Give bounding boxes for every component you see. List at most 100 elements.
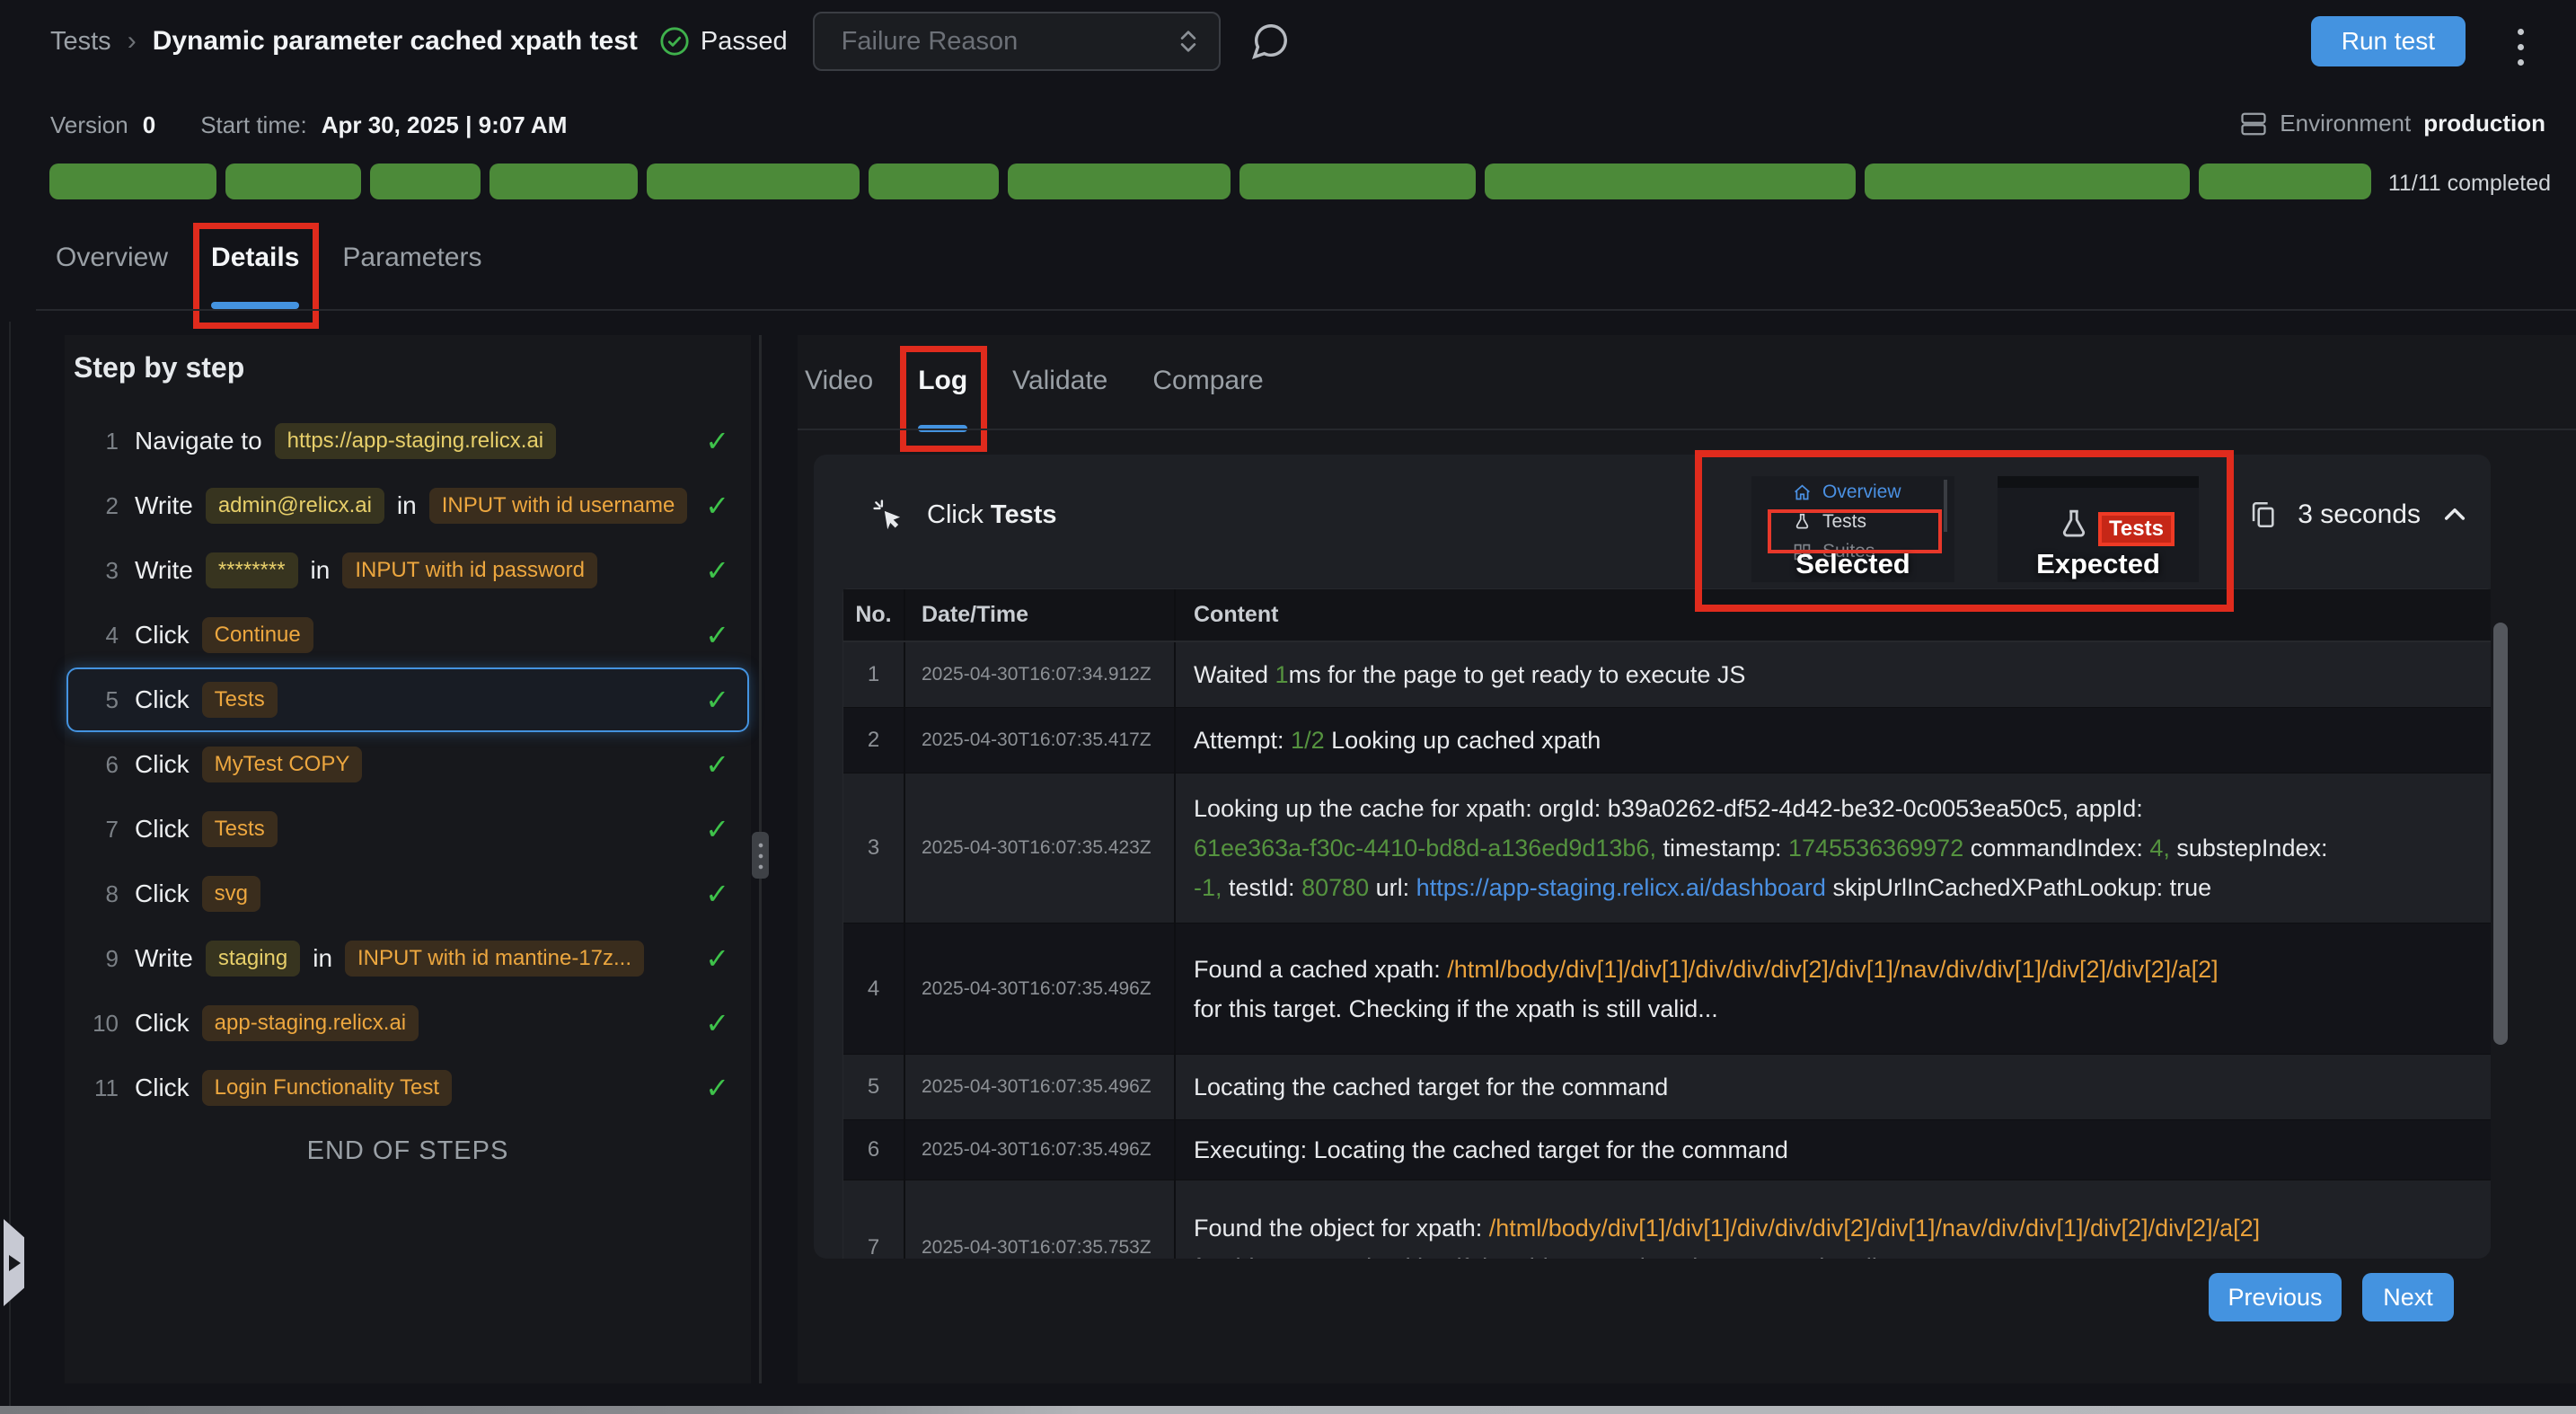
house-icon <box>1793 483 1812 502</box>
step-number: 2 <box>79 492 119 520</box>
log-row-number: 1 <box>843 642 905 707</box>
step-target-badge: INPUT with id mantine-17z... <box>345 941 644 977</box>
step-check-icon: ✓ <box>705 618 729 652</box>
step-target-badge: Continue <box>202 617 313 653</box>
progress-segment[interactable] <box>225 163 361 199</box>
duration-cluster: 3 seconds <box>2247 499 2469 530</box>
horizontal-scrollbar[interactable] <box>0 1406 2576 1414</box>
progress-segment[interactable] <box>1239 163 1477 199</box>
comment-icon <box>1249 21 1291 62</box>
detail-tab-video[interactable]: Video <box>801 357 877 432</box>
thumb-expected[interactable]: Tests Expected <box>1998 476 2199 582</box>
progress-segment[interactable] <box>869 163 999 199</box>
log-line: -1, testId: 80780 url: https://app-stagi… <box>1194 868 2491 907</box>
failure-reason-select[interactable]: Failure Reason <box>813 12 1221 71</box>
step-number: 1 <box>79 428 119 455</box>
run-meta: Version 0 Start time: Apr 30, 2025 | 9:0… <box>50 111 567 139</box>
detail-panel-scrollbar[interactable] <box>2493 623 2508 1045</box>
step-target-badge: INPUT with id username <box>429 488 688 524</box>
step-in: in <box>311 556 331 585</box>
detail-tab-log[interactable]: Log <box>914 357 971 432</box>
step-action: Click <box>135 685 190 714</box>
log-line: for this target. Checking if the object … <box>1194 1248 2491 1259</box>
breadcrumb-root[interactable]: Tests <box>50 27 111 57</box>
check-circle-icon <box>659 26 690 57</box>
progress-segment[interactable] <box>1485 163 1855 199</box>
step-row-5[interactable]: 5ClickTests✓ <box>65 667 751 732</box>
detail-tabs-divider <box>798 429 2576 430</box>
kebab-menu-icon[interactable] <box>2512 23 2529 71</box>
step-target-badge: INPUT with id password <box>342 552 597 588</box>
tab-details[interactable]: Details <box>207 234 303 309</box>
run-test-button[interactable]: Run test <box>2311 16 2466 66</box>
log-row-content: Locating the cached target for the comma… <box>1176 1067 2491 1107</box>
progress-segment[interactable] <box>49 163 216 199</box>
step-row-3[interactable]: 3Write********inINPUT with id password✓ <box>65 538 751 603</box>
log-row-time: 2025-04-30T16:07:35.496Z <box>905 924 1176 1054</box>
log-row-content: Found a cached xpath: /html/body/div[1]/… <box>1176 950 2491 1029</box>
step-number: 7 <box>79 816 119 844</box>
panel-collapse-handle[interactable] <box>4 1219 24 1306</box>
detail-tab-validate[interactable]: Validate <box>1009 357 1111 432</box>
step-target-badge: svg <box>202 876 260 912</box>
step-row-8[interactable]: 8Clicksvg✓ <box>65 862 751 926</box>
step-check-icon: ✓ <box>705 553 729 588</box>
arrow-right-icon <box>9 1255 21 1271</box>
progress-segment[interactable] <box>1865 163 2190 199</box>
copy-icon[interactable] <box>2247 499 2278 530</box>
step-value-badge: staging <box>206 941 300 977</box>
step-row-4[interactable]: 4ClickContinue✓ <box>65 603 751 667</box>
status-badge: Passed <box>659 26 788 57</box>
step-row-1[interactable]: 1Navigate tohttps://app-staging.relicx.a… <box>65 409 751 473</box>
log-row-3: 32025-04-30T16:07:35.423ZLooking up the … <box>843 773 2491 924</box>
log-line: 61ee363a-f30c-4410-bd8d-a136ed9d13b6, ti… <box>1194 828 2491 868</box>
step-action: Click <box>135 621 190 650</box>
detail-tab-log-label: Log <box>918 366 967 395</box>
log-row-time: 2025-04-30T16:07:35.417Z <box>905 708 1176 773</box>
step-action: Write <box>135 944 193 973</box>
step-row-6[interactable]: 6ClickMyTest COPY✓ <box>65 732 751 797</box>
log-line: Locating the cached target for the comma… <box>1194 1067 2491 1107</box>
progress-segment[interactable] <box>490 163 638 199</box>
progress-segment[interactable] <box>370 163 481 199</box>
step-action: Click <box>135 1074 190 1102</box>
log-line: Looking up the cache for xpath: orgId: b… <box>1194 789 2491 828</box>
step-in: in <box>313 944 332 973</box>
step-row-7[interactable]: 7ClickTests✓ <box>65 797 751 862</box>
log-row-time: 2025-04-30T16:07:34.912Z <box>905 642 1176 707</box>
log-row-number: 6 <box>843 1120 905 1180</box>
step-row-9[interactable]: 9WritestaginginINPUT with id mantine-17z… <box>65 926 751 991</box>
log-table: No. Date/Time Content 12025-04-30T16:07:… <box>842 588 2491 1259</box>
step-number: 6 <box>79 751 119 779</box>
progress-segment[interactable] <box>647 163 860 199</box>
step-row-11[interactable]: 11ClickLogin Functionality Test✓ <box>65 1056 751 1120</box>
next-button[interactable]: Next <box>2362 1273 2454 1321</box>
detail-tab-video-label: Video <box>805 366 873 395</box>
detail-tab-compare[interactable]: Compare <box>1149 357 1266 432</box>
command-target: Tests <box>991 500 1057 529</box>
step-row-10[interactable]: 10Clickapp-staging.relicx.ai✓ <box>65 991 751 1056</box>
step-target-badge: Login Functionality Test <box>202 1070 452 1106</box>
log-table-header: No. Date/Time Content <box>843 589 2491 642</box>
progress-segment[interactable] <box>1008 163 1231 199</box>
log-row-time: 2025-04-30T16:07:35.496Z <box>905 1055 1176 1119</box>
step-target-badge: app-staging.relicx.ai <box>202 1005 419 1041</box>
tab-overview[interactable]: Overview <box>52 234 172 309</box>
log-table-body: 12025-04-30T16:07:34.912ZWaited 1ms for … <box>843 642 2491 1259</box>
steps-scroll-grip[interactable] <box>752 832 769 879</box>
previous-button[interactable]: Previous <box>2209 1273 2342 1321</box>
tabs-divider <box>36 309 2576 311</box>
tab-parameters[interactable]: Parameters <box>339 234 485 309</box>
thumb-selected[interactable]: Overview Tests Suites <box>1751 476 1954 582</box>
step-row-2[interactable]: 2Writeadmin@relicx.aiinINPUT with id use… <box>65 473 751 538</box>
step-value-badge: admin@relicx.ai <box>206 488 384 524</box>
log-line: Found the object for xpath: /html/body/d… <box>1194 1208 2491 1248</box>
comment-button[interactable] <box>1249 21 1291 62</box>
tab-parameters-label: Parameters <box>342 243 481 272</box>
step-value-badge: https://app-staging.relicx.ai <box>275 423 556 459</box>
collapse-chevron-icon[interactable] <box>2440 500 2469 529</box>
progress-segment[interactable] <box>2199 163 2371 199</box>
log-row-number: 7 <box>843 1180 905 1259</box>
page-title: Dynamic parameter cached xpath test <box>153 26 638 57</box>
log-row-content: Executing: Locating the cached target fo… <box>1176 1130 2491 1170</box>
